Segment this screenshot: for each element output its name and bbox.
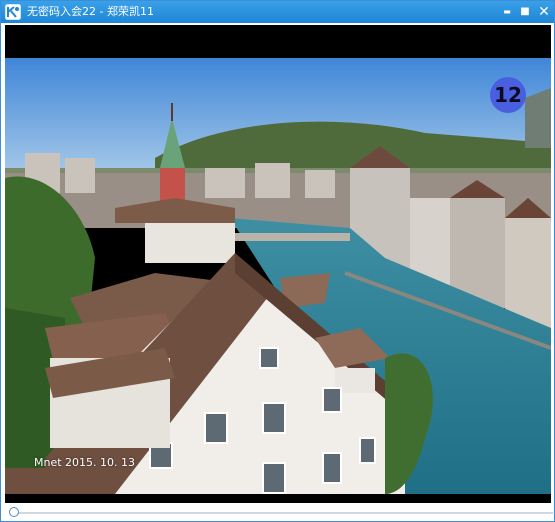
maximize-icon: ■ — [520, 6, 530, 17]
minimize-icon: ▬ — [503, 7, 511, 16]
progress-handle[interactable] — [9, 507, 19, 517]
video-watermark: Mnet 2015. 10. 13 — [34, 456, 136, 469]
window-title: 无密码入会22 - 郑荣凯11 — [27, 5, 154, 18]
participant-count-badge: 12 — [490, 77, 526, 113]
playback-controls — [1, 503, 554, 521]
progress-bar[interactable] — [15, 512, 553, 514]
video-frame[interactable] — [5, 58, 551, 494]
video-player[interactable]: 12 Mnet 2015. 10. 13 — [5, 25, 551, 503]
maximize-button[interactable]: ■ — [515, 2, 535, 22]
title-bar[interactable]: 无密码入会22 - 郑荣凯11 ▬ ■ ✕ — [1, 1, 554, 23]
minimize-button[interactable]: ▬ — [497, 2, 517, 22]
video-scene — [5, 58, 551, 494]
close-icon: ✕ — [538, 4, 550, 20]
close-button[interactable]: ✕ — [534, 2, 554, 22]
player-window: 无密码入会22 - 郑荣凯11 ▬ ■ ✕ 12 Mnet 2015. 10. … — [0, 0, 555, 522]
app-logo-icon — [5, 4, 21, 20]
